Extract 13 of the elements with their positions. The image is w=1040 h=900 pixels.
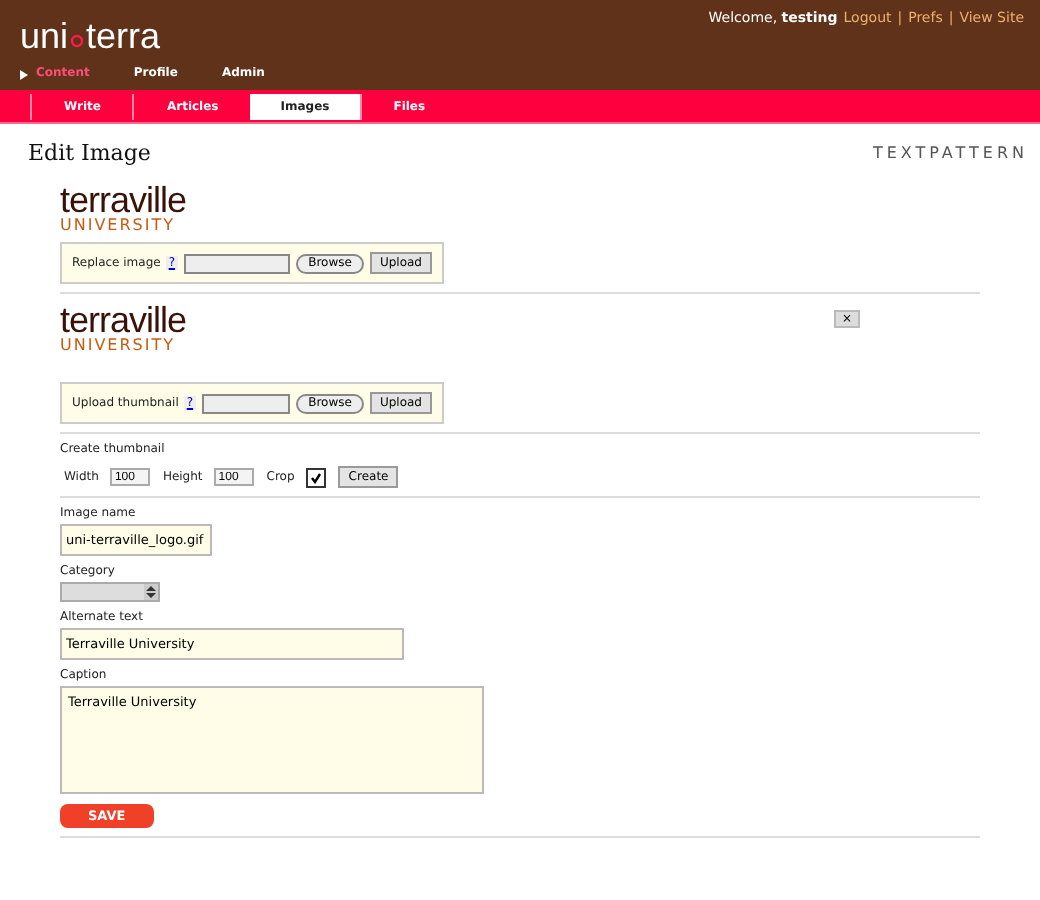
- spinner-icon: [144, 584, 158, 600]
- triangle-icon: [20, 69, 28, 79]
- thumbnail-preview: terraville UNIVERSITY: [60, 302, 187, 354]
- file-field[interactable]: [201, 393, 291, 413]
- crop-checkbox[interactable]: [306, 467, 327, 487]
- circle-icon: [70, 33, 85, 47]
- logo-text: uni: [20, 16, 69, 56]
- image-preview: terraville UNIVERSITY: [60, 182, 189, 234]
- brand-text: TEXTPATTERN: [872, 144, 1028, 162]
- page-title: Edit Image: [28, 140, 151, 166]
- file-field[interactable]: [183, 253, 291, 273]
- category-select[interactable]: [60, 582, 160, 602]
- logo-text: terra: [86, 16, 161, 56]
